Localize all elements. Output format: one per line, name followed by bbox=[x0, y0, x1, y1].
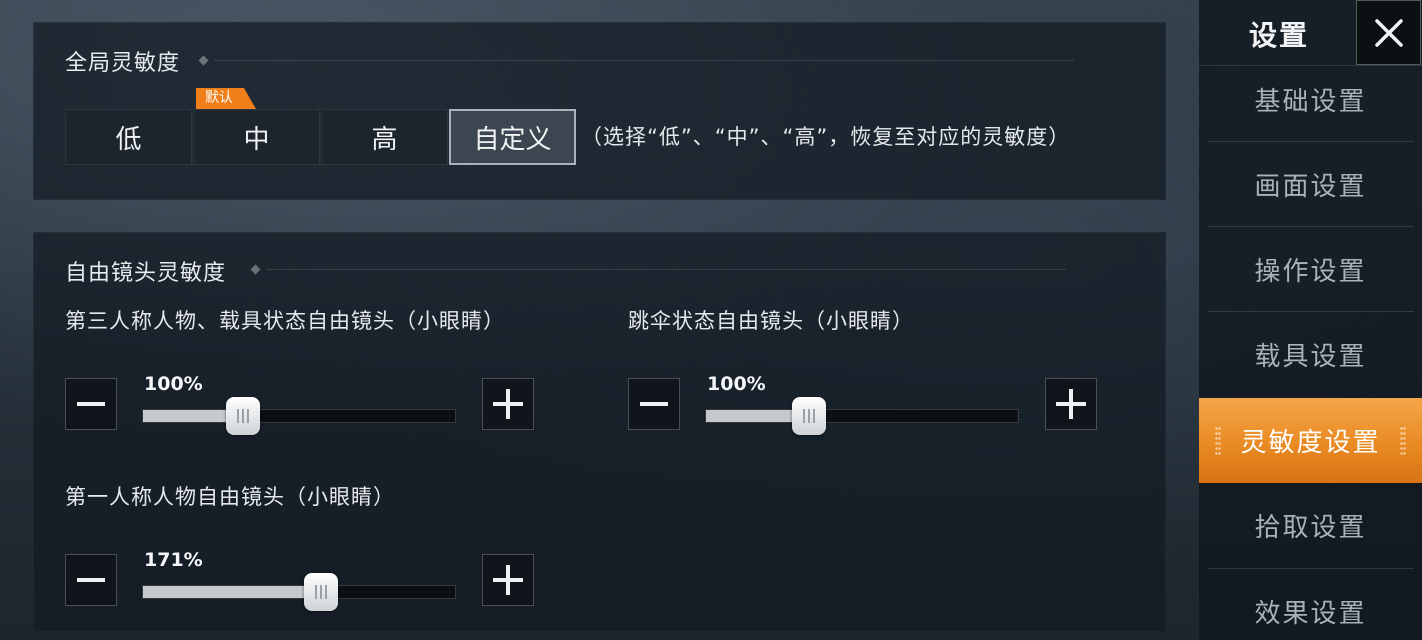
sidebar-item-label: 操作设置 bbox=[1254, 257, 1367, 287]
minus-icon bbox=[77, 402, 105, 406]
title-divider bbox=[266, 269, 1066, 270]
slider-value: 100% bbox=[144, 373, 203, 395]
plus-icon bbox=[1056, 389, 1086, 419]
grip-icon bbox=[1215, 426, 1221, 456]
plus-icon bbox=[493, 389, 523, 419]
sidebar-item-label: 效果设置 bbox=[1254, 599, 1367, 629]
slider-thumb[interactable] bbox=[303, 573, 338, 611]
decrease-button[interactable] bbox=[65, 378, 117, 430]
slider-track[interactable] bbox=[142, 573, 456, 611]
minus-icon bbox=[640, 402, 668, 406]
sensitivity-hint: （选择“低”、“中”、“高”，恢复至对应的灵敏度） bbox=[581, 125, 1071, 149]
slider-label: 跳伞状态自由镜头（小眼睛） bbox=[628, 309, 914, 333]
sidebar-item-basic[interactable]: 基础设置 bbox=[1199, 57, 1422, 142]
sidebar-item-effects[interactable]: 效果设置 bbox=[1199, 569, 1422, 640]
global-sensitivity-title: 全局灵敏度 bbox=[65, 51, 181, 76]
sidebar-item-sensitivity[interactable]: 灵敏度设置 bbox=[1199, 398, 1422, 483]
decrease-button[interactable] bbox=[628, 378, 680, 430]
title-divider bbox=[214, 60, 1074, 61]
grip-icon bbox=[1400, 426, 1406, 456]
slider-thumb[interactable] bbox=[225, 397, 260, 435]
sidebar-title: 设置 bbox=[1249, 19, 1310, 52]
slider-label: 第三人称人物、载具状态自由镜头（小眼睛） bbox=[65, 309, 505, 333]
sidebar-item-label: 灵敏度设置 bbox=[1240, 428, 1381, 458]
sidebar-item-label: 拾取设置 bbox=[1254, 513, 1367, 543]
free-camera-title: 自由镜头灵敏度 bbox=[65, 261, 227, 286]
increase-button[interactable] bbox=[482, 378, 534, 430]
slider-thumb[interactable] bbox=[791, 397, 826, 435]
slider-track[interactable] bbox=[705, 397, 1019, 435]
slider-track[interactable] bbox=[142, 397, 456, 435]
sidebar-item-pickup[interactable]: 拾取设置 bbox=[1199, 483, 1422, 568]
plus-icon bbox=[493, 565, 523, 595]
settings-sidebar: 设置 基础设置 画面设置 操作设置 载具设置 灵敏度设置 拾取设置 效果设置 bbox=[1199, 0, 1422, 640]
title-divider-dot bbox=[250, 264, 261, 275]
title-divider-dot bbox=[198, 55, 209, 66]
minus-icon bbox=[77, 578, 105, 582]
slider-value: 100% bbox=[707, 373, 766, 395]
sensitivity-option-custom[interactable]: 自定义 bbox=[449, 109, 576, 165]
close-button[interactable] bbox=[1356, 0, 1421, 65]
global-sensitivity-panel: 全局灵敏度 默认 低 中 高 自定义 （选择“低”、“中”、“高”，恢复至对应的… bbox=[33, 22, 1166, 200]
sensitivity-option-medium[interactable]: 中 bbox=[193, 109, 320, 165]
slider-label: 第一人称人物自由镜头（小眼睛） bbox=[65, 485, 395, 509]
close-icon bbox=[1374, 18, 1403, 47]
decrease-button[interactable] bbox=[65, 554, 117, 606]
slider-value: 171% bbox=[144, 549, 203, 571]
sidebar-item-label: 基础设置 bbox=[1254, 87, 1367, 117]
slider-fill bbox=[143, 586, 321, 598]
sensitivity-option-low[interactable]: 低 bbox=[65, 109, 192, 165]
sidebar-item-label: 载具设置 bbox=[1254, 342, 1367, 372]
free-camera-sensitivity-panel: 自由镜头灵敏度 第三人称人物、载具状态自由镜头（小眼睛） 100% 跳伞状态自由… bbox=[33, 232, 1166, 632]
increase-button[interactable] bbox=[482, 554, 534, 606]
sidebar-item-controls[interactable]: 操作设置 bbox=[1199, 227, 1422, 312]
sensitivity-option-high[interactable]: 高 bbox=[321, 109, 448, 165]
default-badge: 默认 bbox=[196, 88, 256, 109]
sidebar-item-graphics[interactable]: 画面设置 bbox=[1199, 142, 1422, 227]
sidebar-item-label: 画面设置 bbox=[1254, 172, 1367, 202]
increase-button[interactable] bbox=[1045, 378, 1097, 430]
sidebar-item-vehicle[interactable]: 载具设置 bbox=[1199, 312, 1422, 397]
